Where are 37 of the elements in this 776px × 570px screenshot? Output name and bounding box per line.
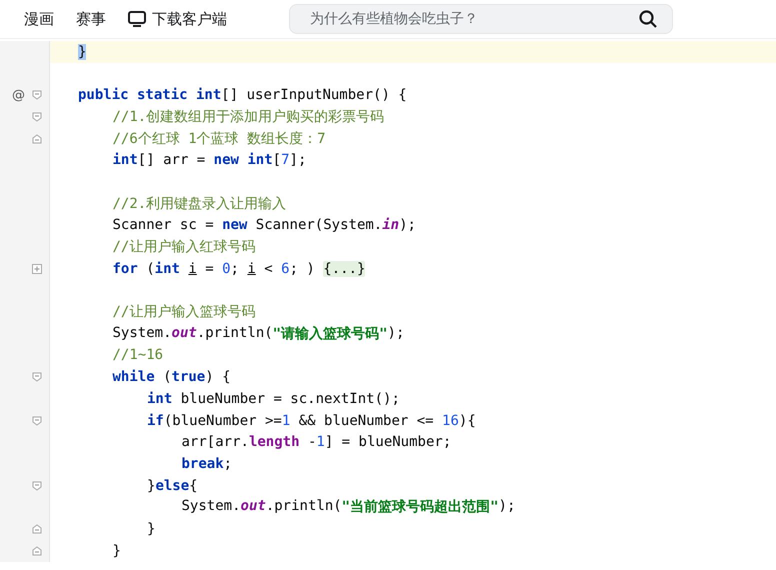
code-line: } xyxy=(147,520,156,537)
code-line: //让用户输入红球号码 xyxy=(112,238,256,256)
code-line: System.out.println("请输入篮球号码"); xyxy=(112,324,404,343)
fold-marker-icon[interactable] xyxy=(32,134,42,144)
code-line: int[] arr = new int[7]; xyxy=(112,152,306,168)
fold-marker-icon[interactable] xyxy=(32,416,42,426)
fold-marker-icon[interactable] xyxy=(32,546,42,556)
fold-marker-icon[interactable] xyxy=(32,112,42,122)
expand-icon[interactable] xyxy=(32,264,42,274)
code-line: //1.创建数组用于添加用户购买的彩票号码 xyxy=(112,108,384,126)
code-line: } xyxy=(112,542,121,559)
code-line: for (int i = 0; i < 6; ) {...} xyxy=(112,260,366,277)
code-line: break; xyxy=(182,456,232,472)
code-line: arr[arr.length -1] = blueNumber; xyxy=(182,434,452,450)
fold-marker-icon[interactable] xyxy=(32,372,42,382)
fold-marker-icon[interactable] xyxy=(32,90,42,100)
search-icon[interactable] xyxy=(638,9,658,29)
nav-link[interactable]: 赛事 xyxy=(76,10,106,28)
code-line: //1~16 xyxy=(112,347,164,364)
search-field[interactable]: 为什么有些植物会吃虫子？ xyxy=(310,11,610,27)
editor-gutter xyxy=(0,41,50,63)
nav-link[interactable]: 下载客户端 xyxy=(128,10,227,28)
fold-marker-icon[interactable] xyxy=(32,480,42,491)
code-line: if(blueNumber >=1 && blueNumber <= 16){ xyxy=(147,412,476,429)
code-line: System.out.println("当前篮球号码超出范围"); xyxy=(182,498,516,516)
code-line: //6个红球 1个蓝球 数组长度：7 xyxy=(112,130,326,148)
code-line: public static int[] userInputNumber() { xyxy=(78,87,407,104)
code-line: while (true) { xyxy=(112,369,231,386)
search-bar[interactable]: 为什么有些植物会吃虫子？ xyxy=(289,4,673,34)
code-line: //让用户输入篮球号码 xyxy=(112,303,256,322)
code-line: //2.利用键盘录入让用输入 xyxy=(112,194,286,213)
fold-marker-icon[interactable] xyxy=(32,524,42,534)
nav-link[interactable]: 漫画 xyxy=(24,10,54,28)
code-line: }else{ xyxy=(147,478,198,494)
code-line: int blueNumber = sc.nextInt(); xyxy=(147,390,400,407)
code-line: Scanner sc = new Scanner(System.in); xyxy=(112,217,416,234)
gutter-annotation[interactable]: @ xyxy=(12,88,25,103)
